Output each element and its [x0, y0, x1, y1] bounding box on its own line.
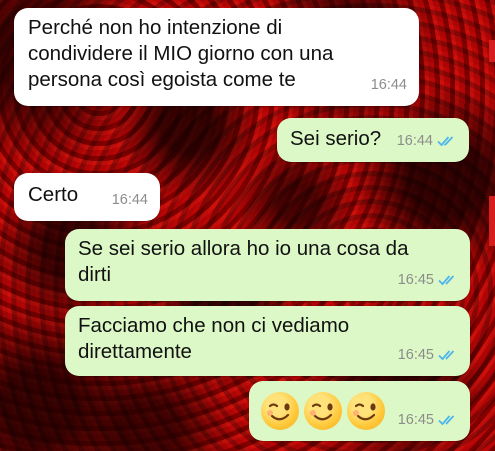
double-check-icon	[437, 135, 457, 147]
message-meta: 16:44	[371, 72, 407, 98]
message-time: 16:45	[397, 347, 434, 363]
message-time: 16:44	[370, 77, 407, 93]
winking-face-emoji	[261, 392, 299, 430]
message-bubble-outgoing[interactable]: Sei serio? 16:44	[277, 118, 469, 162]
message-meta: 16:44	[112, 187, 148, 213]
message-meta: 16:45	[398, 407, 458, 433]
message-time: 16:45	[397, 412, 434, 428]
message-text: Perché non ho intenzione di condividere …	[28, 16, 334, 91]
message-time: 16:45	[397, 272, 434, 288]
winking-face-emoji	[304, 392, 342, 430]
scroll-indicator	[489, 196, 495, 246]
emoji-row	[261, 392, 390, 430]
message-bubble-incoming[interactable]: Certo 16:44	[14, 173, 160, 221]
message-bubble-outgoing[interactable]: Facciamo che non ci vediamo direttamente…	[65, 306, 470, 376]
double-check-icon	[438, 349, 458, 361]
message-bubble-incoming[interactable]: Perché non ho intenzione di condividere …	[14, 8, 419, 106]
message-bubble-outgoing[interactable]: 16:45	[249, 381, 470, 441]
message-meta: 16:45	[398, 342, 458, 368]
message-bubble-outgoing[interactable]: Se sei serio allora ho io una cosa da di…	[65, 229, 470, 301]
winking-face-emoji	[347, 392, 385, 430]
double-check-icon	[438, 274, 458, 286]
message-time: 16:44	[111, 192, 148, 208]
scroll-indicator	[489, 40, 495, 62]
double-check-icon	[438, 414, 458, 426]
message-meta: 16:45	[398, 267, 458, 293]
message-time: 16:44	[396, 133, 433, 149]
message-meta: 16:44	[397, 128, 457, 154]
